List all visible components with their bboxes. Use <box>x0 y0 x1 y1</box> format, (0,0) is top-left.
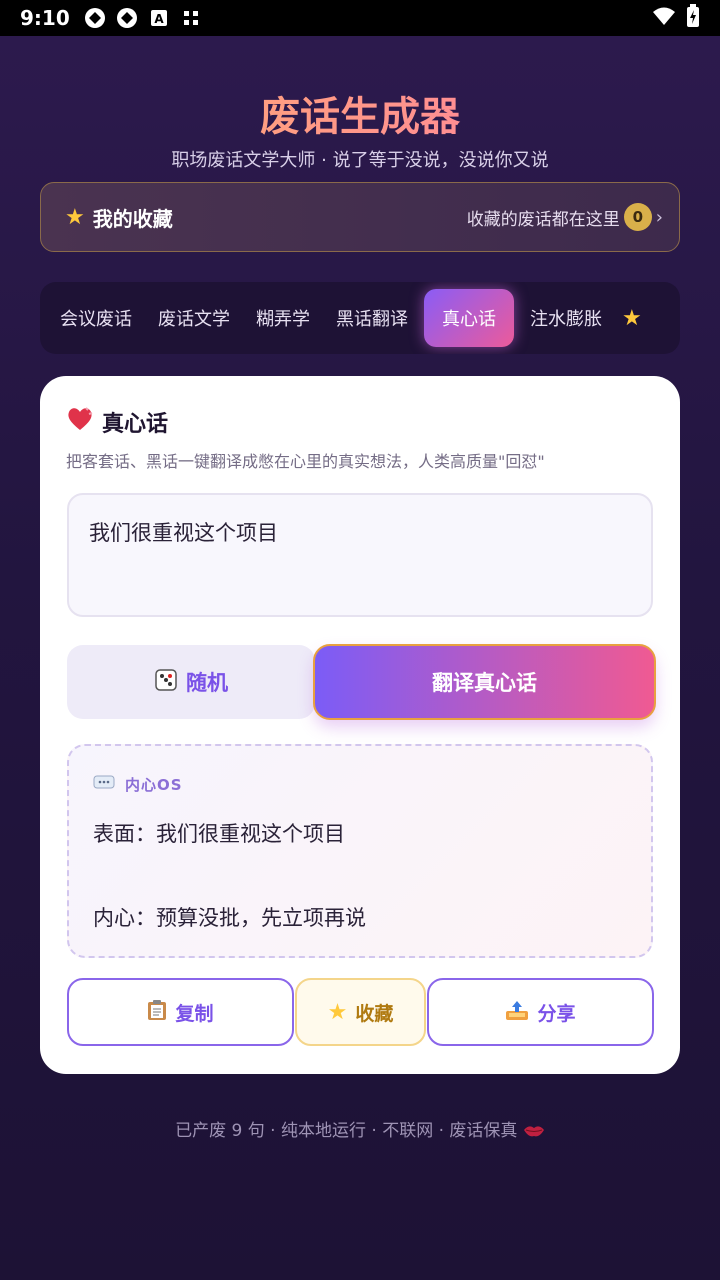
tab-meeting[interactable]: 会议废话 <box>50 289 142 347</box>
chevron-right-icon: › <box>655 206 663 228</box>
favorites-title: 我的收藏 <box>92 206 173 231</box>
share-label: 分享 <box>537 1002 576 1025</box>
card-header: 真心话 <box>66 406 168 438</box>
favorites-banner[interactable]: ★ 我的收藏 收藏的废话都在这里 0 › <box>40 182 680 252</box>
wifi-icon <box>652 6 676 30</box>
result-label: 内心OS <box>125 776 183 794</box>
copy-button[interactable]: 复制 <box>67 978 294 1046</box>
app-notification-icon <box>84 7 106 29</box>
card-title: 真心话 <box>102 412 169 437</box>
clipboard-icon <box>147 999 167 1026</box>
favorites-count-badge: 0 <box>623 203 652 231</box>
result-box: 内心OS 表面：我们很重视这个项目 内心：预算没批，先立项再说 <box>67 744 653 958</box>
share-button[interactable]: 分享 <box>427 978 654 1046</box>
dice-icon <box>154 668 178 697</box>
footer-text: 已产废 9 句 · 纯本地运行 · 不联网 · 废话保真 <box>0 1116 720 1141</box>
status-bar: 9:10 A <box>0 0 720 36</box>
text-notification-icon: A <box>148 7 170 29</box>
tab-literature[interactable]: 废话文学 <box>148 289 240 347</box>
favorite-label: 收藏 <box>355 1002 394 1025</box>
lips-icon <box>523 1121 545 1141</box>
battery-icon <box>686 4 700 32</box>
page-title: 废话生成器 <box>0 84 720 142</box>
app-notification-icon <box>116 7 138 29</box>
page-subtitle: 职场废话文学大师 · 说了等于没说，没说你又说 <box>171 150 549 171</box>
share-icon <box>505 999 529 1026</box>
random-label: 随机 <box>186 671 228 695</box>
star-icon: ★ <box>327 999 348 1025</box>
speech-bubble-icon <box>93 775 115 795</box>
tab-jargon[interactable]: 黑话翻译 <box>326 289 418 347</box>
grid-notification-icon <box>180 7 202 29</box>
status-time: 9:10 <box>20 6 70 30</box>
heart-icon <box>66 406 94 438</box>
svg-text:A: A <box>154 12 164 26</box>
result-surface-line: 表面：我们很重视这个项目 <box>93 822 345 846</box>
result-header: 内心OS <box>93 774 183 795</box>
tab-inflate[interactable]: 注水膨胀 <box>520 289 612 347</box>
tab-truth[interactable]: 真心话 <box>424 289 514 347</box>
favorites-hint: 收藏的废话都在这里 <box>466 209 620 230</box>
favorite-button[interactable]: ★ 收藏 <box>295 978 426 1046</box>
footer-stats: 已产废 9 句 · 纯本地运行 · 不联网 · 废话保真 <box>175 1121 518 1141</box>
star-icon: ★ <box>65 204 85 230</box>
translate-button[interactable]: 翻译真心话 <box>313 644 656 720</box>
random-button[interactable]: 随机 <box>67 645 315 719</box>
generator-card: 真心话 把客套话、黑话一键翻译成憋在心里的真实想法，人类高质量"回怼" 我们很重… <box>40 376 680 1074</box>
tab-perfunctory[interactable]: 糊弄学 <box>246 289 320 347</box>
phrase-input[interactable]: 我们很重视这个项目 <box>67 493 653 617</box>
copy-label: 复制 <box>175 1002 214 1025</box>
tab-favorites-star-icon[interactable]: ★ <box>618 289 646 347</box>
category-tabs[interactable]: 会议废话 废话文学 糊弄学 黑话翻译 真心话 注水膨胀 ★ <box>40 282 680 354</box>
card-description: 把客套话、黑话一键翻译成憋在心里的真实想法，人类高质量"回怼" <box>66 452 545 471</box>
result-inner-line: 内心：预算没批，先立项再说 <box>93 906 366 930</box>
